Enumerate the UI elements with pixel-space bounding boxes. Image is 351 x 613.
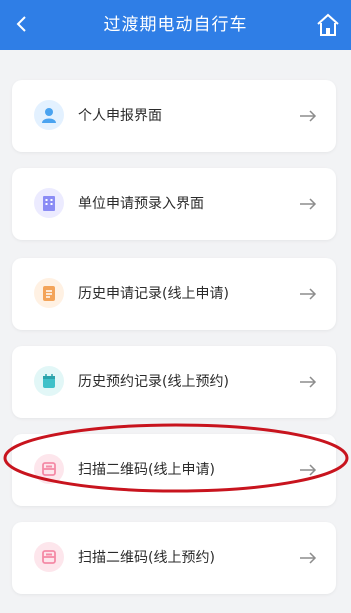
- menu-item-unit-pre-entry[interactable]: 单位申请预录入界面: [12, 168, 336, 240]
- menu-item-label: 扫描二维码(线上申请): [78, 462, 215, 478]
- calendar-icon: [34, 366, 64, 396]
- arrow-right-icon: [300, 552, 317, 564]
- menu-list: 个人申报界面 单位申请预录入界面 历史申请记录(线上申请) 历史预约记录(线上预…: [0, 50, 351, 613]
- arrow-right-icon: [300, 198, 317, 210]
- menu-item-personal-declaration[interactable]: 个人申报界面: [12, 80, 336, 152]
- qr-scan-icon: [34, 542, 64, 572]
- arrow-right-icon: [300, 288, 317, 300]
- arrow-right-icon: [300, 376, 317, 388]
- menu-item-label: 单位申请预录入界面: [78, 196, 204, 212]
- home-icon: [317, 13, 339, 36]
- building-icon: [34, 188, 64, 218]
- qr-scan-icon: [34, 454, 64, 484]
- menu-item-label: 个人申报界面: [78, 108, 162, 124]
- document-icon: [34, 278, 64, 308]
- arrow-right-icon: [300, 464, 317, 476]
- menu-item-label: 历史申请记录(线上申请): [78, 286, 229, 302]
- page-title: 过渡期电动自行车: [103, 15, 248, 35]
- menu-item-application-history[interactable]: 历史申请记录(线上申请): [12, 258, 336, 330]
- menu-item-scan-qr-appointment[interactable]: 扫描二维码(线上预约): [12, 522, 336, 594]
- menu-item-scan-qr-application[interactable]: 扫描二维码(线上申请): [12, 434, 336, 506]
- person-icon: [34, 100, 64, 130]
- menu-item-label: 扫描二维码(线上预约): [78, 550, 215, 566]
- app-header: 过渡期电动自行车: [0, 0, 351, 50]
- menu-item-appointment-history[interactable]: 历史预约记录(线上预约): [12, 346, 336, 418]
- arrow-right-icon: [300, 110, 317, 122]
- home-button[interactable]: [313, 10, 343, 40]
- menu-item-label: 历史预约记录(线上预约): [78, 374, 229, 390]
